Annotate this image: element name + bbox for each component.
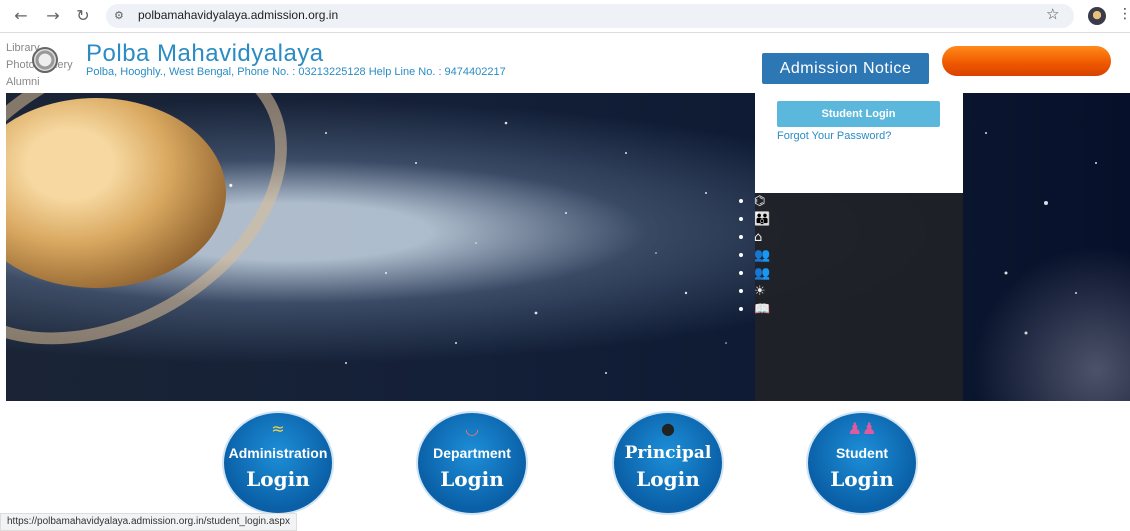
- menu-row[interactable]: ☀: [736, 283, 776, 301]
- building-icon[interactable]: ⌂: [754, 230, 762, 246]
- login-bottom-label: Login: [246, 467, 310, 491]
- team-icon[interactable]: 👥: [754, 266, 770, 282]
- admission-notice-button[interactable]: Admission Notice: [762, 53, 929, 84]
- department-login-button[interactable]: ◡ Department Login: [416, 411, 528, 515]
- administration-login-button[interactable]: ≈ Administration Login: [222, 411, 334, 515]
- book-icon[interactable]: 📖: [754, 302, 770, 318]
- reload-icon[interactable]: ↻: [72, 5, 94, 27]
- family-icon[interactable]: 👪: [754, 212, 770, 228]
- wave-icon: ≈: [271, 419, 285, 438]
- dark-panel: [755, 193, 963, 401]
- forgot-password-link[interactable]: Forgot Your Password?: [777, 130, 891, 142]
- login-top-label: Department: [433, 445, 511, 461]
- bookmark-star-icon[interactable]: ☆: [1046, 5, 1059, 23]
- sky-area: [963, 93, 1130, 401]
- address-bar[interactable]: ⚙ polbamahavidyalaya.admission.org.in: [106, 4, 1074, 28]
- contact-info: Polba, Hooghly., West Bengal, Phone No. …: [86, 66, 506, 78]
- forward-icon[interactable]: →: [42, 5, 64, 27]
- principal-login-button[interactable]: ● Principal Login: [612, 411, 724, 515]
- login-top-label: Student: [835, 445, 889, 461]
- side-icon-menu: ⌬ 👪 ⌂ 👥 👥 ☀ 📖: [736, 193, 776, 319]
- orange-banner-button[interactable]: [942, 46, 1111, 76]
- login-card: Student Login Forgot Your Password?: [755, 93, 963, 193]
- login-bottom-label: Login: [636, 467, 700, 491]
- login-top-label: Administration: [228, 445, 328, 461]
- menu-row[interactable]: ⌂: [736, 229, 776, 247]
- menu-row[interactable]: 👥: [736, 265, 776, 283]
- menu-row[interactable]: 👥: [736, 247, 776, 265]
- lightbulb-icon[interactable]: ☀: [754, 284, 766, 300]
- login-top-label: Principal: [624, 443, 712, 463]
- menu-row[interactable]: 👪: [736, 211, 776, 229]
- login-bottom-label: Login: [440, 467, 504, 491]
- bowl-icon: ◡: [465, 419, 479, 438]
- site-info-icon[interactable]: ⚙: [114, 9, 128, 23]
- student-login-circle-button[interactable]: ♟♟ Student Login: [806, 411, 918, 515]
- telescope-icon[interactable]: ⌬: [754, 194, 765, 210]
- hero-banner: Student Login Forgot Your Password? ⌬ 👪 …: [6, 93, 1130, 401]
- page-title: Polba Mahavidyalaya: [86, 40, 324, 67]
- url-text[interactable]: polbamahavidyalaya.admission.org.in: [138, 8, 338, 22]
- alumni-link[interactable]: Alumni: [6, 74, 73, 91]
- browser-toolbar: ← → ↻ ⚙ polbamahavidyalaya.admission.org…: [0, 0, 1130, 33]
- menu-icon[interactable]: ⋮: [1118, 6, 1130, 22]
- login-bottom-label: Login: [830, 467, 894, 491]
- profile-icon[interactable]: [1088, 7, 1106, 25]
- menu-row[interactable]: 📖: [736, 301, 776, 319]
- person-icon: ●: [661, 419, 675, 438]
- group-icon[interactable]: 👥: [754, 248, 770, 264]
- college-logo: [32, 47, 58, 73]
- status-bar: https://polbamahavidyalaya.admission.org…: [0, 513, 297, 531]
- login-section: ≈ Administration Login ◡ Department Logi…: [0, 401, 1130, 529]
- menu-row[interactable]: ⌬: [736, 193, 776, 211]
- students-icon: ♟♟: [847, 419, 877, 438]
- back-icon[interactable]: ←: [10, 5, 32, 27]
- student-login-button[interactable]: Student Login: [777, 101, 940, 127]
